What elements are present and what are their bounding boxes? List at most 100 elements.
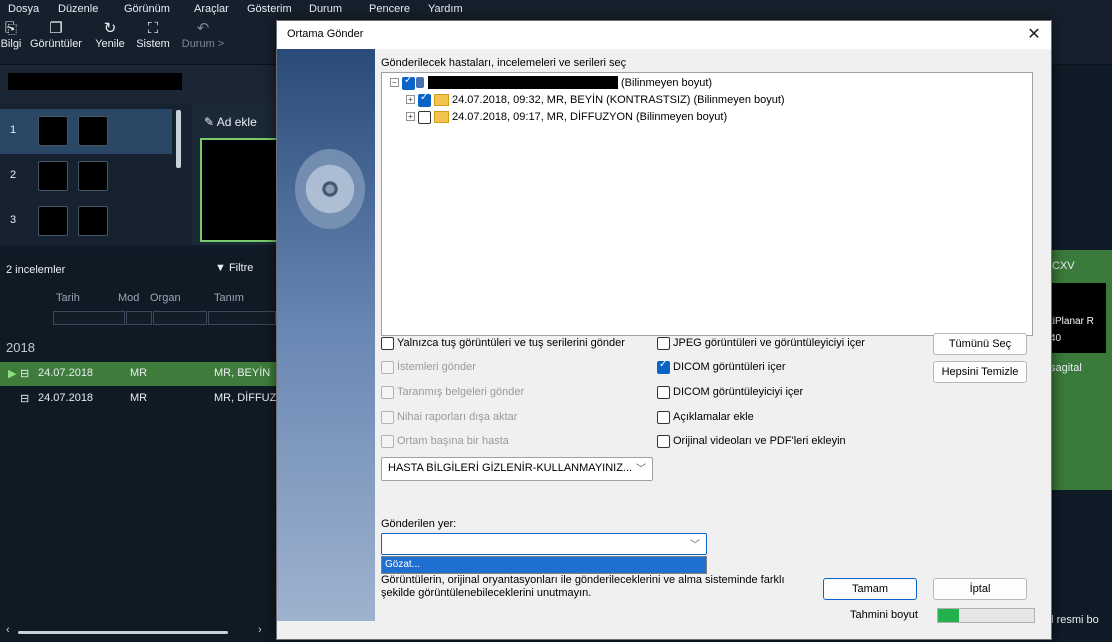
menu-gorunum[interactable]: Görünüm — [124, 3, 170, 15]
image-preview[interactable] — [200, 138, 282, 242]
include-videos-pdfs-checkbox[interactable]: Orijinal videoları ve PDF'leri ekleyin — [657, 435, 907, 449]
add-label-button[interactable]: ✎ Ad ekle — [204, 115, 257, 129]
include-jpeg-checkbox[interactable]: JPEG görüntüleri ve görüntüleyiciyi içer — [657, 337, 907, 351]
checkbox-box[interactable] — [657, 337, 670, 350]
clipboard-icon: ⎘ — [4, 20, 17, 37]
menu-gosterim[interactable]: Gösterim — [247, 3, 292, 15]
series-thumbnail — [78, 206, 108, 236]
folder-icon — [434, 94, 449, 106]
study-checkbox[interactable] — [418, 111, 431, 124]
date-filter-field[interactable] — [53, 311, 125, 325]
expand-icon[interactable]: + — [406, 95, 415, 104]
checkbox-box[interactable] — [381, 386, 394, 399]
menu-araclar[interactable]: Araçlar — [194, 3, 229, 15]
checkbox-box[interactable] — [381, 361, 394, 374]
series-row[interactable]: 3 — [0, 199, 172, 244]
series-thumbnail — [38, 116, 68, 146]
column-header-date[interactable]: Tarih — [56, 292, 80, 304]
anonymization-value: HASTA BİLGİLERİ GİZLENİR-KULLANMAYINIZ..… — [388, 462, 633, 474]
scroll-right-icon[interactable]: › — [258, 624, 262, 636]
column-header-mod[interactable]: Mod — [118, 292, 139, 304]
patient-checkbox[interactable] — [402, 75, 415, 90]
network-icon: ⛶ — [147, 20, 159, 37]
patient-name-redacted — [8, 73, 182, 90]
scroll-thumb[interactable] — [18, 631, 228, 634]
tree-study-row[interactable]: + 24.07.2018, 09:32, MR, BEYİN (KONTRAST… — [382, 92, 1022, 108]
send-to-media-dialog: Ortama Gönder ✕ Gönderilecek hastaları, … — [276, 20, 1052, 640]
series-thumbnail — [38, 206, 68, 236]
series-row[interactable]: 2 — [0, 154, 172, 199]
dialog-side-illustration — [277, 49, 375, 621]
study-checkbox[interactable] — [418, 92, 431, 107]
option-label: Yalnızca tuş görüntüleri ve tuş serileri… — [397, 337, 625, 349]
send-requests-checkbox[interactable]: İstemleri gönder — [381, 361, 581, 375]
clear-all-button[interactable]: Hepsini Temizle — [933, 361, 1027, 383]
checkbox-box[interactable] — [381, 411, 394, 424]
folder-icon — [434, 111, 449, 123]
study-row[interactable]: ⊟ 24.07.2018 MR MR, DİFFUZ — [0, 387, 278, 411]
chevron-down-icon: ﹀ — [636, 464, 646, 475]
organ-filter-field[interactable] — [153, 311, 207, 325]
study-row[interactable]: ▶ ⊟ 24.07.2018 MR MR, BEYİN — [0, 362, 278, 386]
menu-yardim[interactable]: Yardım — [428, 3, 463, 15]
checkbox-box[interactable] — [657, 435, 670, 448]
filter-button[interactable]: ▼ Filtre — [215, 262, 253, 274]
include-dicom-images-checkbox[interactable]: DICOM görüntüleri içer — [657, 359, 907, 375]
destination-select[interactable]: ﹀ — [381, 533, 707, 555]
tree-study-row[interactable]: + 24.07.2018, 09:17, MR, DİFFUZYON (Bili… — [382, 109, 1022, 125]
patient-size: (Bilinmeyen boyut) — [621, 77, 713, 89]
images-icon: ❐ — [49, 20, 63, 37]
series-thumbnail — [38, 161, 68, 191]
goruntuler-button[interactable]: ❐ Görüntüler — [26, 20, 86, 60]
add-annotations-checkbox[interactable]: Açıklamalar ekle — [657, 411, 907, 425]
mod-filter-field[interactable] — [126, 311, 152, 325]
estimated-size-fill — [938, 609, 960, 622]
series-thumbnail-list: 1 2 3 — [0, 103, 192, 245]
description-filter-field[interactable] — [208, 311, 276, 325]
option-label: Nihai raporları dışa aktar — [397, 411, 518, 423]
bilgi-button[interactable]: ⎘ Bilgi — [0, 20, 22, 60]
checkbox-box[interactable] — [657, 386, 670, 399]
sistem-button[interactable]: ⛶ Sistem — [132, 20, 174, 60]
ok-button[interactable]: Tamam — [823, 578, 917, 600]
key-images-only-checkbox[interactable]: Yalnızca tuş görüntüleri ve tuş serileri… — [381, 337, 651, 351]
cancel-button[interactable]: İptal — [933, 578, 1027, 600]
column-header-organ[interactable]: Organ — [150, 292, 181, 304]
series-scrollbar[interactable] — [176, 110, 181, 168]
durum-label: Durum > — [181, 38, 225, 50]
horizontal-scrollbar[interactable]: ‹ › — [6, 624, 266, 636]
close-icon[interactable]: ✕ — [1023, 25, 1045, 45]
chevron-down-icon: ﹀ — [690, 540, 700, 551]
checkbox-box[interactable] — [381, 337, 394, 350]
column-header-description[interactable]: Tanım — [214, 292, 244, 304]
series-row[interactable]: 1 — [0, 109, 172, 154]
bilgi-label: Bilgi — [0, 38, 22, 50]
expand-icon[interactable]: + — [406, 112, 415, 121]
patient-name-redacted — [428, 76, 618, 89]
menu-bar: Dosya Düzenle Görünüm Araçlar Gösterim D… — [0, 0, 1112, 18]
dialog-title: Ortama Gönder — [287, 28, 364, 40]
menu-dosya[interactable]: Dosya — [8, 3, 39, 15]
menu-duzenle[interactable]: Düzenle — [58, 3, 98, 15]
durum-button[interactable]: ↶ Durum > — [178, 20, 228, 60]
select-all-button[interactable]: Tümünü Seç — [933, 333, 1027, 355]
checkbox-box[interactable] — [381, 435, 394, 448]
send-scanned-docs-checkbox[interactable]: Taranmış belgeleri gönder — [381, 386, 581, 400]
destination-label: Gönderilen yer: — [381, 518, 457, 530]
yenile-button[interactable]: ↻ Yenile — [90, 20, 130, 60]
anonymization-select[interactable]: HASTA BİLGİLERİ GİZLENİR-KULLANMAYINIZ..… — [381, 457, 653, 481]
tree-patient-row[interactable]: − (Bilinmeyen boyut) — [382, 75, 1022, 91]
collapse-icon[interactable]: − — [390, 78, 399, 87]
right-series-description: sagital — [1050, 362, 1082, 374]
scroll-left-icon[interactable]: ‹ — [6, 624, 10, 636]
checkbox-box[interactable] — [657, 359, 670, 374]
checkbox-box[interactable] — [657, 411, 670, 424]
one-patient-per-media-checkbox[interactable]: Ortam başına bir hasta — [381, 435, 581, 449]
menu-pencere[interactable]: Pencere — [369, 3, 410, 15]
menu-durum[interactable]: Durum — [309, 3, 342, 15]
right-series-label: CXV — [1052, 260, 1075, 272]
browse-option[interactable]: Gözat... — [382, 557, 706, 573]
include-dicom-viewer-checkbox[interactable]: DICOM görüntüleyiciyi içer — [657, 386, 907, 400]
export-final-reports-checkbox[interactable]: Nihai raporları dışa aktar — [381, 411, 581, 425]
series-thumbnail — [78, 161, 108, 191]
